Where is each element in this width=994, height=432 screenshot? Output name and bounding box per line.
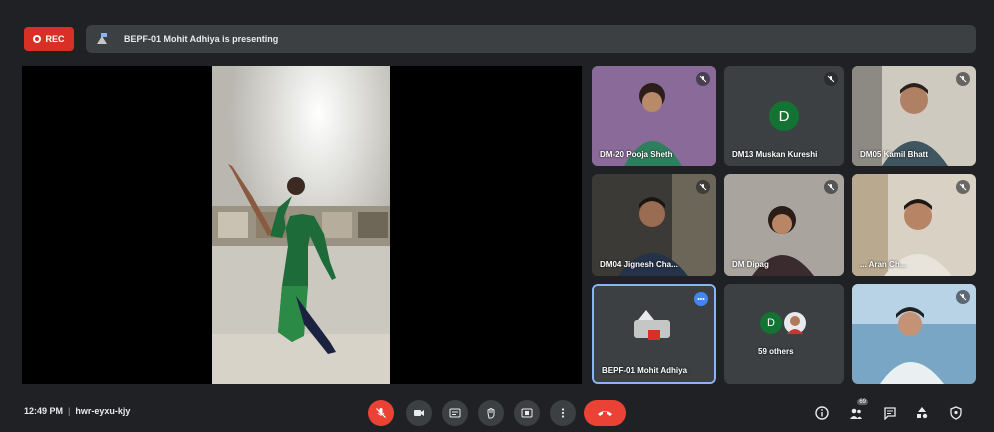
shield-icon	[950, 406, 962, 420]
participant-avatar: D	[760, 312, 782, 334]
mic-muted-icon	[956, 180, 970, 194]
participant-tile-others[interactable]: D 59 others	[724, 284, 844, 384]
participant-name: DM05 Kamil Bhatt	[860, 150, 929, 159]
participant-tile[interactable]	[852, 284, 976, 384]
participant-tile[interactable]: DM-20 Pooja Sheth	[592, 66, 716, 166]
separator: |	[68, 406, 71, 416]
captions-button[interactable]	[442, 400, 468, 426]
present-now-button[interactable]	[514, 400, 540, 426]
participant-name: DM-20 Pooja Sheth	[600, 150, 673, 159]
participant-name: DM13 Muskan Kureshi	[732, 150, 818, 159]
more-vert-icon	[561, 408, 565, 418]
raise-hand-button[interactable]	[478, 400, 504, 426]
participant-name: ... Aran Ch...	[860, 260, 907, 269]
participant-avatar: D	[769, 101, 799, 131]
participant-name: DM Dipag	[732, 260, 769, 269]
participant-name: 59 others	[758, 347, 794, 356]
mic-muted-icon	[824, 72, 838, 86]
people-button[interactable]: 69	[846, 399, 868, 423]
people-count-badge: 69	[857, 399, 868, 405]
captions-icon	[449, 408, 461, 418]
presenter-video	[212, 66, 390, 384]
present-screen-icon	[94, 31, 110, 47]
participant-name: DM04 Jignesh Cha...	[600, 260, 678, 269]
presentation-banner[interactable]: BEPF-01 Mohit Adhiya is presenting	[86, 25, 976, 53]
present-icon	[521, 408, 533, 418]
info-icon	[815, 406, 829, 420]
hand-icon	[487, 408, 495, 419]
participant-tile[interactable]: DM05 Kamil Bhatt	[852, 66, 976, 166]
people-icon	[850, 408, 862, 419]
camera-icon	[414, 410, 424, 416]
activities-icon	[917, 407, 928, 419]
participant-tile[interactable]: DM04 Jignesh Cha...	[592, 174, 716, 276]
participant-tile[interactable]: DM Dipag	[724, 174, 844, 276]
presenting-text: BEPF-01 Mohit Adhiya is presenting	[124, 34, 279, 44]
current-time: 12:49 PM	[24, 406, 64, 416]
participant-tile[interactable]: ... Aran Ch...	[852, 174, 976, 276]
participant-name: BEPF-01 Mohit Adhiya	[602, 366, 688, 375]
more-options-button[interactable]	[550, 400, 576, 426]
activities-button[interactable]	[912, 403, 932, 423]
hang-up-icon	[598, 411, 612, 416]
mic-muted-icon	[824, 180, 838, 194]
chat-button[interactable]	[880, 403, 900, 423]
more-options-icon[interactable]	[694, 292, 708, 306]
participant-avatar-photo	[784, 312, 806, 334]
presentation-stage[interactable]	[22, 66, 582, 384]
recording-label: REC	[45, 34, 65, 44]
participant-tile[interactable]: D DM13 Muskan Kureshi	[724, 66, 844, 166]
leave-call-button[interactable]	[584, 400, 626, 426]
mic-muted-icon	[696, 180, 710, 194]
chat-icon	[884, 407, 896, 420]
meeting-code: hwr-eyxu-kjy	[75, 406, 131, 416]
mic-muted-icon	[956, 72, 970, 86]
recording-badge: REC	[24, 27, 74, 51]
mic-muted-icon	[696, 72, 710, 86]
bottom-toolbar: 12:49 PM | hwr-eyxu-kjy 69	[0, 394, 994, 432]
mic-muted-icon	[956, 290, 970, 304]
record-icon	[33, 35, 42, 43]
meeting-details-button[interactable]	[812, 403, 832, 423]
meeting-info: 12:49 PM | hwr-eyxu-kjy	[24, 406, 130, 416]
mic-off-icon	[376, 408, 386, 418]
top-bar: REC BEPF-01 Mohit Adhiya is presenting	[0, 0, 994, 60]
camera-toggle-button[interactable]	[406, 400, 432, 426]
host-controls-button[interactable]	[946, 403, 966, 423]
participant-tile-self[interactable]: BEPF-01 Mohit Adhiya	[592, 284, 716, 384]
mic-toggle-button[interactable]	[368, 400, 394, 426]
